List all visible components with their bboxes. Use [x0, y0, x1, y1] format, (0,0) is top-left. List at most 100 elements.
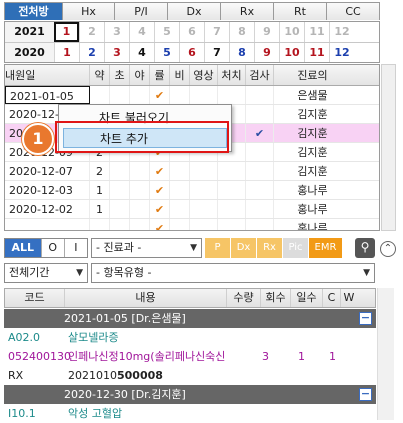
col-header-qty[interactable]: 수량: [227, 289, 261, 307]
rx-number-prefix: 2021010: [68, 369, 117, 382]
col-header-content[interactable]: 내용: [65, 289, 227, 307]
visit-cell-exam: ✔: [246, 124, 274, 142]
visit-cell-cho: [110, 86, 130, 104]
col-header-yak[interactable]: 약: [90, 65, 110, 85]
col-header-bi[interactable]: 비: [170, 65, 190, 85]
col-header-days[interactable]: 일수: [291, 289, 323, 307]
col-header-code[interactable]: 코드: [5, 289, 65, 307]
visit-cell-yak: 2: [90, 162, 110, 180]
visit-row[interactable]: 2020-12-07 2 ✔ 김지훈: [5, 162, 379, 181]
chip-emr[interactable]: EMR: [309, 238, 343, 258]
month-cell[interactable]: 3: [104, 22, 129, 42]
tab-prescription-history[interactable]: 전처방: [4, 2, 62, 20]
scroll-up-icon[interactable]: ⌃: [380, 241, 396, 257]
seg-o-button[interactable]: O: [41, 239, 65, 257]
tab-rt[interactable]: Rt: [273, 2, 326, 20]
month-cell[interactable]: 6: [179, 43, 204, 62]
month-cell[interactable]: 11: [304, 43, 329, 62]
detail-table-scrollbar[interactable]: [377, 288, 394, 420]
month-cell[interactable]: 4: [129, 22, 154, 42]
seg-i-button[interactable]: I: [64, 239, 87, 257]
col-header-doctor[interactable]: 진료의: [274, 65, 351, 85]
chip-dx[interactable]: Dx: [231, 238, 257, 258]
row-content: 악성 고혈압: [68, 407, 123, 420]
month-cell[interactable]: 1: [54, 22, 79, 42]
visit-cell-bi: [170, 162, 190, 180]
collapse-icon[interactable]: −: [359, 388, 372, 401]
month-cell[interactable]: 7: [204, 22, 229, 42]
col-header-times[interactable]: 회수: [261, 289, 291, 307]
visit-cell-doctor: 김지훈: [297, 165, 328, 178]
detail-row[interactable]: I10.1 악성 고혈압: [4, 404, 376, 423]
detail-row[interactable]: RX 2021010500008: [4, 366, 376, 385]
month-cell[interactable]: 4: [129, 43, 154, 62]
col-header-treatment[interactable]: 처치: [218, 65, 246, 85]
month-cell[interactable]: 6: [179, 22, 204, 42]
tab-cc[interactable]: CC: [326, 2, 380, 20]
visit-cell-doctor: 홍나루: [297, 184, 328, 197]
visit-row[interactable]: 2021-01-05 ✔ 은샘물: [5, 86, 379, 105]
month-row-2021: 2021 1 2 3 4 5 6 7 8 9 10 11 12: [5, 22, 379, 42]
item-type-select[interactable]: - 항목유형 - ▼: [91, 263, 375, 283]
tab-pi[interactable]: P/I: [114, 2, 167, 20]
department-select[interactable]: - 진료과 - ▼: [91, 238, 202, 258]
month-cell[interactable]: 11: [304, 22, 329, 42]
chip-pic[interactable]: Pic: [283, 238, 309, 258]
visit-row[interactable]: 2020-12-02 1 ✔ 홍나루: [5, 200, 379, 219]
month-cell[interactable]: 2: [79, 22, 104, 42]
rx-number-bold: 50000: [117, 369, 156, 382]
period-select[interactable]: 전체기간 ▼: [4, 263, 88, 283]
chip-p[interactable]: P: [205, 238, 231, 258]
month-cell[interactable]: 9: [254, 22, 279, 42]
col-header-ya[interactable]: 야: [130, 65, 150, 85]
visit-row[interactable]: ✔ 홍나루: [5, 219, 379, 230]
group-header-row[interactable]: 2020-12-30 [Dr.김지훈] −: [4, 385, 376, 404]
month-cell[interactable]: 5: [154, 22, 179, 42]
month-cell[interactable]: 8: [229, 22, 254, 42]
visit-cell-cho: [110, 200, 130, 218]
highlight-box: [55, 121, 229, 153]
month-cell[interactable]: 10: [279, 43, 304, 62]
tab-dx[interactable]: Dx: [167, 2, 220, 20]
month-cell[interactable]: 2: [79, 43, 104, 62]
year-label: 2021: [5, 22, 54, 42]
visit-cell-img: [190, 86, 218, 104]
detail-row[interactable]: 052400130 인페나신정10mg(솔리페나신숙신 3 1 1: [4, 347, 376, 366]
col-header-cho[interactable]: 초: [110, 65, 130, 85]
col-header-visit-date[interactable]: 내원일: [5, 65, 90, 85]
visit-table-scrollbar[interactable]: [381, 64, 396, 231]
item-type-select-value: - 항목유형 -: [96, 266, 152, 279]
seg-all-button[interactable]: ALL: [5, 239, 42, 257]
row-content: 인페나신정10mg(솔리페나신숙신: [68, 350, 226, 363]
col-header-imaging[interactable]: 영상: [190, 65, 218, 85]
col-header-exam[interactable]: 검사: [246, 65, 274, 85]
tab-hx[interactable]: Hx: [62, 2, 114, 20]
collapse-icon[interactable]: −: [359, 312, 372, 325]
visit-cell-doctor: 홍나루: [297, 203, 328, 216]
col-header-w[interactable]: W: [341, 289, 357, 307]
visit-row[interactable]: 2020-12-03 1 ✔ 홍나루: [5, 181, 379, 200]
chevron-down-icon: ▼: [190, 243, 197, 253]
chip-rx[interactable]: Rx: [257, 238, 283, 258]
visit-cell-ryul: ✔: [150, 86, 170, 104]
month-cell[interactable]: 5: [154, 43, 179, 62]
detail-row[interactable]: A02.0 살모넬라증: [4, 328, 376, 347]
col-header-c[interactable]: C: [323, 289, 341, 307]
row-content: 살모넬라증: [68, 331, 119, 344]
search-button[interactable]: ⚲: [355, 238, 375, 258]
visit-cell-yak: 1: [90, 181, 110, 199]
month-cell[interactable]: 12: [329, 22, 354, 42]
tab-rx[interactable]: Rx: [220, 2, 273, 20]
period-select-value: 전체기간: [9, 266, 50, 279]
month-cell[interactable]: 9: [254, 43, 279, 62]
month-cell[interactable]: 7: [204, 43, 229, 62]
month-cell[interactable]: 3: [104, 43, 129, 62]
visit-cell-exam: [246, 162, 274, 180]
col-header-ryul[interactable]: 률: [150, 65, 170, 85]
month-cell[interactable]: 8: [229, 43, 254, 62]
month-cell[interactable]: 12: [329, 43, 354, 62]
month-cell[interactable]: 10: [279, 22, 304, 42]
group-header-row[interactable]: 2021-01-05 [Dr.은샘물] −: [4, 309, 376, 328]
month-cell[interactable]: 1: [54, 43, 79, 62]
visit-cell-yak: 1: [90, 200, 110, 218]
